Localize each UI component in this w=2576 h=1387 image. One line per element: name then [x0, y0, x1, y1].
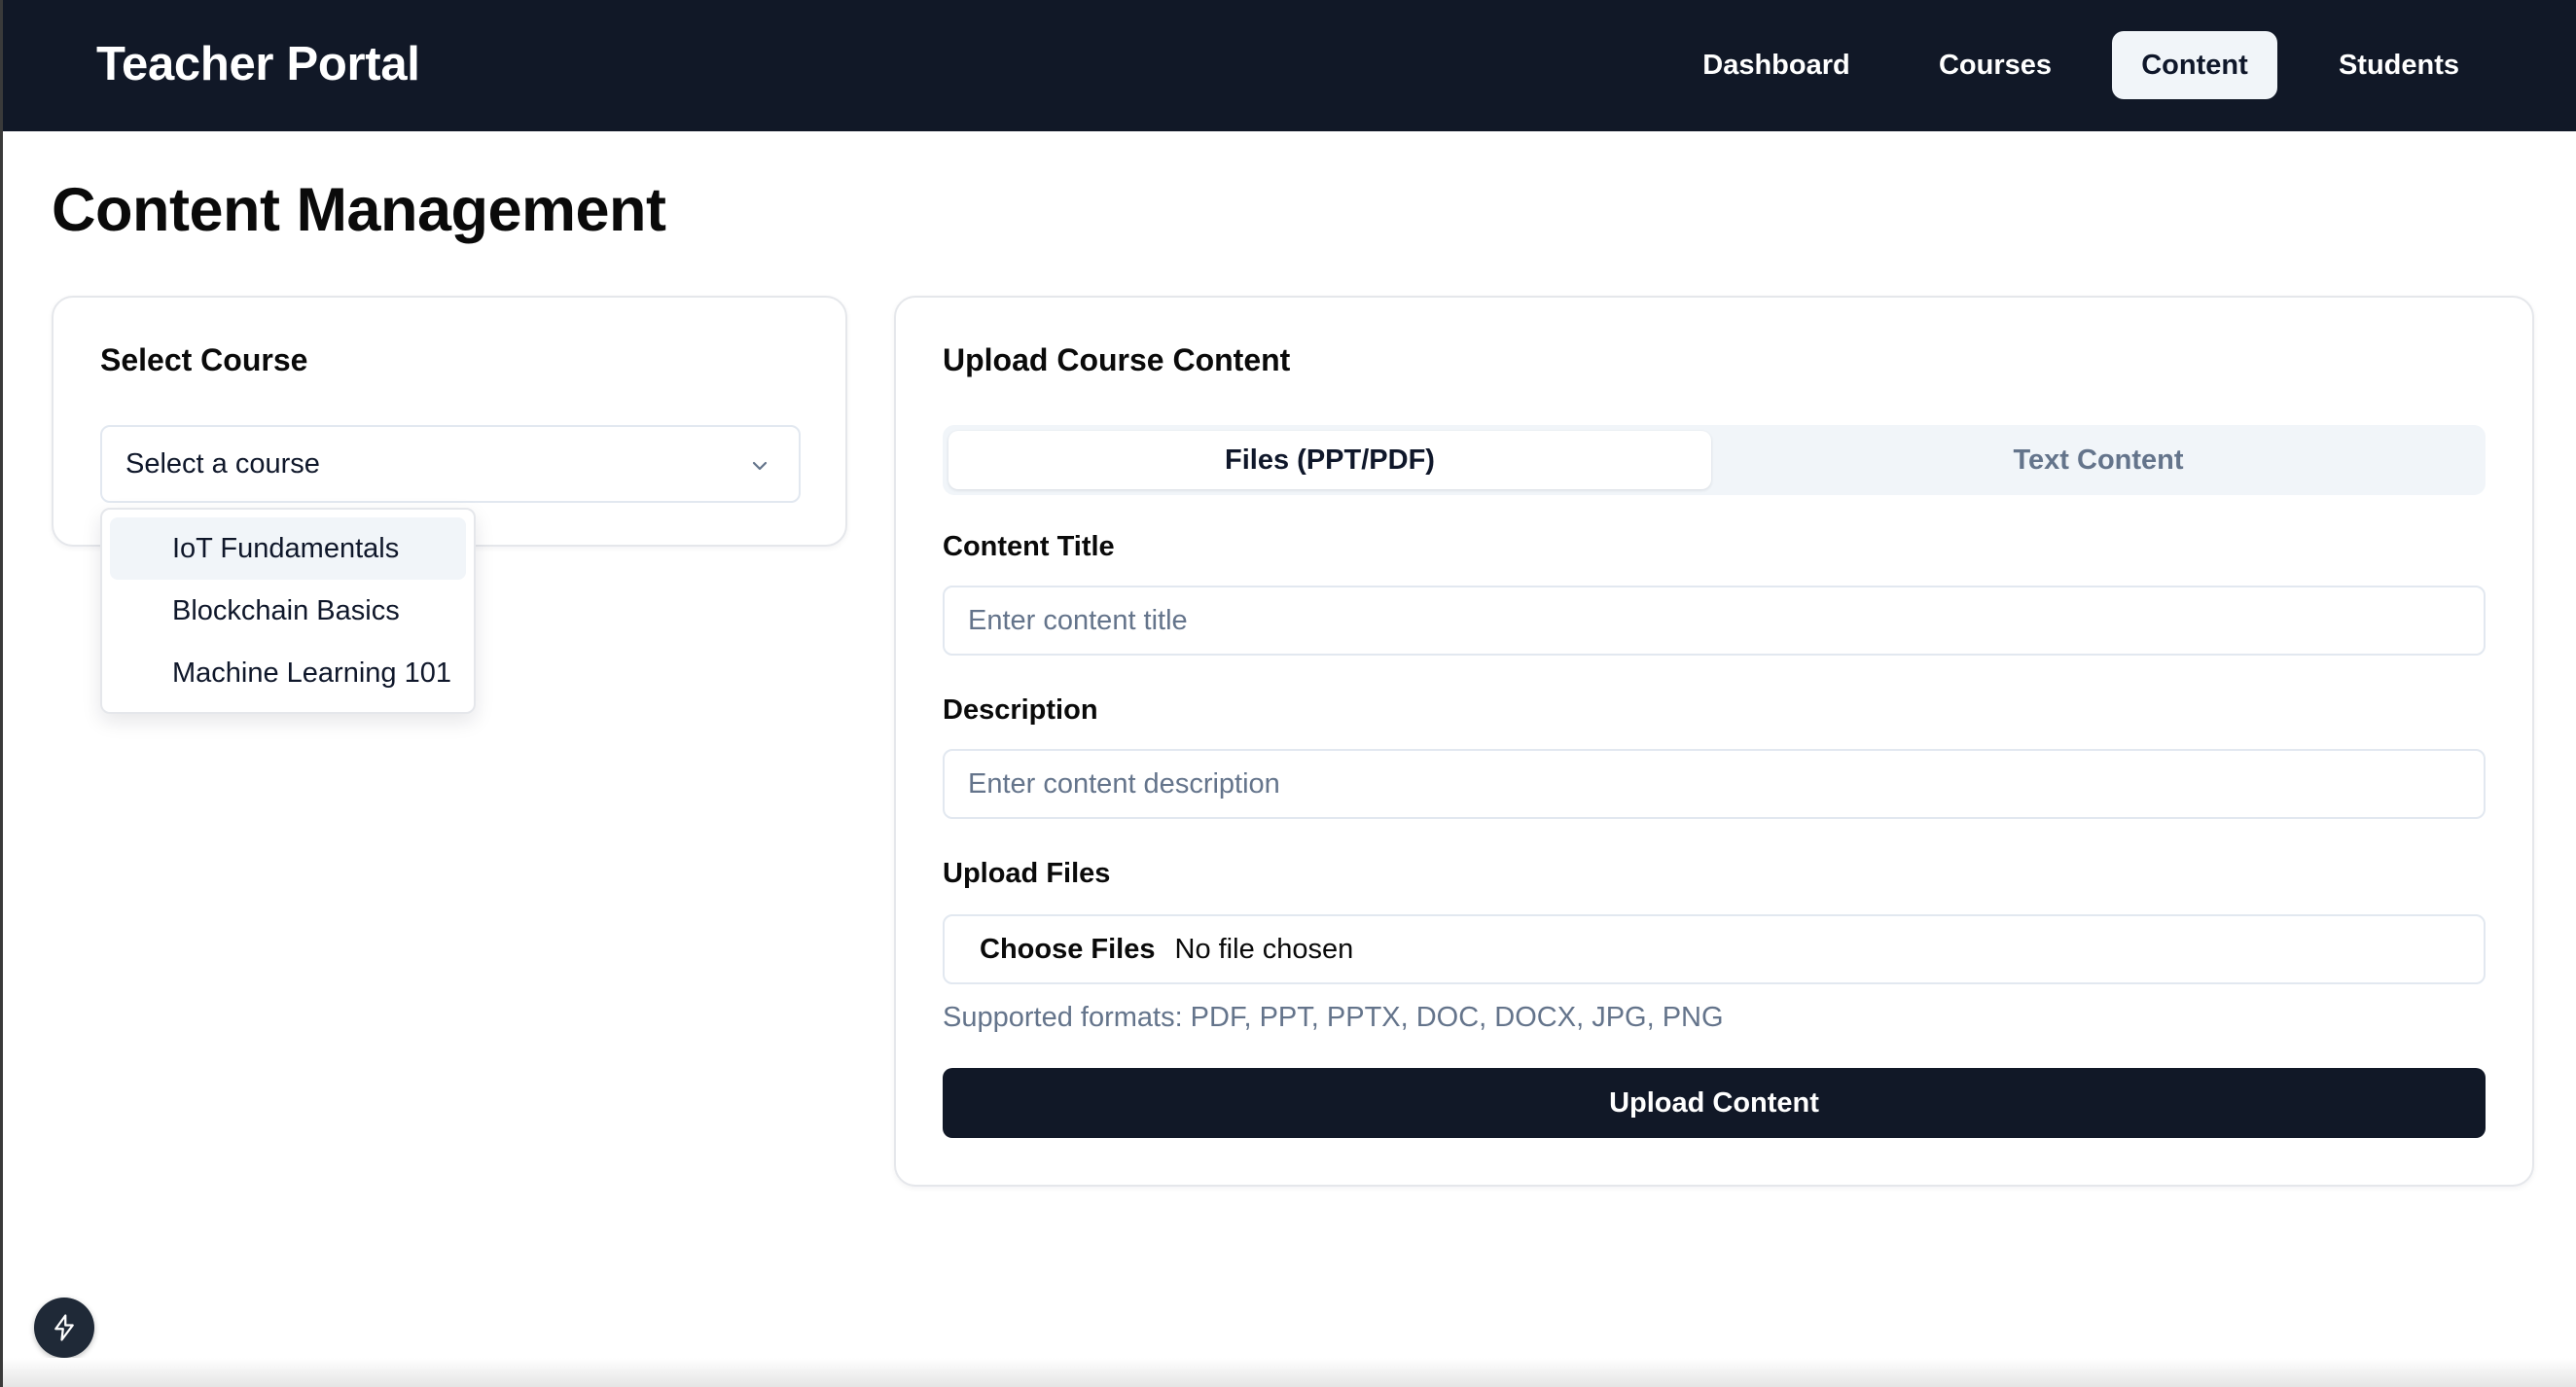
bottom-edge — [3, 1358, 2576, 1387]
choose-files-button[interactable]: Choose Files — [980, 934, 1156, 966]
chevron-down-icon — [752, 461, 768, 471]
upload-content-button[interactable]: Upload Content — [943, 1068, 2486, 1138]
select-course-title: Select Course — [100, 342, 308, 377]
description-input[interactable] — [943, 749, 2486, 819]
course-dropdown: IoT Fundamentals Blockchain Basics Machi… — [100, 508, 476, 714]
nav-courses[interactable]: Courses — [1915, 31, 2075, 99]
content-type-tabs: Files (PPT/PDF) Text Content — [943, 425, 2486, 495]
brand-title: Teacher Portal — [96, 38, 420, 90]
top-navbar: Teacher Portal Dashboard Courses Content… — [3, 0, 2576, 131]
supported-formats-hint: Supported formats: PDF, PPT, PPTX, DOC, … — [943, 1002, 1724, 1033]
course-option-ml[interactable]: Machine Learning 101 — [110, 642, 466, 704]
course-select-value: Select a course — [125, 447, 320, 480]
upload-content-title: Upload Course Content — [943, 342, 1291, 377]
description-label: Description — [943, 694, 1098, 726]
tab-text-content[interactable]: Text Content — [1717, 431, 2480, 489]
course-option-blockchain[interactable]: Blockchain Basics — [110, 580, 466, 642]
file-input[interactable]: Choose Files No file chosen — [943, 914, 2486, 984]
app-window: Teacher Portal Dashboard Courses Content… — [0, 0, 2576, 1387]
nav-dashboard[interactable]: Dashboard — [1680, 31, 1873, 99]
content-title-label: Content Title — [943, 531, 1115, 562]
course-select[interactable]: Select a course — [100, 425, 801, 503]
lightning-bolt-icon — [54, 1314, 74, 1341]
upload-content-card: Upload Course Content Files (PPT/PDF) Te… — [894, 296, 2534, 1187]
dev-tools-badge[interactable] — [34, 1298, 94, 1358]
course-option-iot[interactable]: IoT Fundamentals — [110, 517, 466, 580]
content-title-input[interactable] — [943, 586, 2486, 656]
nav-content[interactable]: Content — [2112, 31, 2277, 99]
tab-files[interactable]: Files (PPT/PDF) — [948, 431, 1711, 489]
file-status-text: No file chosen — [1174, 933, 1354, 965]
nav-students[interactable]: Students — [2314, 31, 2484, 99]
page-title: Content Management — [52, 176, 666, 244]
upload-files-label: Upload Files — [943, 858, 1111, 889]
